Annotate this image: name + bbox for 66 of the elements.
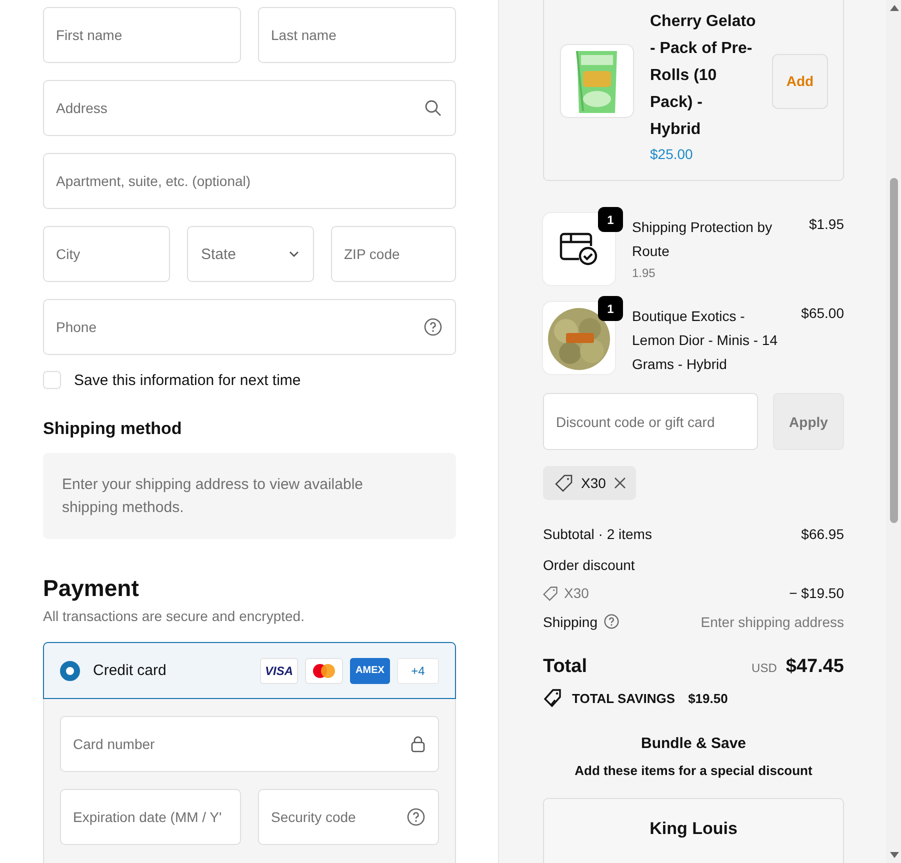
product-title: Cherry Gelato - Pack of Pre-Rolls (10 Pack) - Hybrid — [650, 12, 756, 140]
search-icon — [424, 99, 442, 117]
bundle-subtitle: Add these items for a special discount — [574, 763, 814, 778]
help-icon[interactable] — [604, 614, 618, 629]
item-name: Boutique Exotics - Lemon Dior - Minis - 14 Grams - Hybrid — [632, 307, 778, 374]
input-field[interactable]: ZIP code — [331, 226, 456, 282]
summary-value: − $19.50 — [789, 585, 844, 601]
savings-label: TOTAL SAVINGS — [572, 690, 676, 706]
total-label: Total — [543, 656, 587, 678]
scrollbar[interactable] — [886, 0, 901, 863]
product-title: King Louis — [648, 819, 738, 839]
product-price: $25.00 — [650, 146, 694, 162]
help-icon — [407, 808, 425, 826]
chevron-down-icon — [288, 250, 300, 258]
card-logo: VISA — [260, 658, 298, 684]
radio-button[interactable] — [60, 660, 80, 680]
more-cards-badge: +4 — [397, 658, 439, 684]
tag-icon — [555, 474, 573, 492]
summary-value: Enter shipping address — [700, 614, 844, 630]
payment-subtitle: All transactions are secure and encrypted. — [43, 608, 306, 624]
shipping-notice: Enter your shipping address to view available shipping methods. — [43, 453, 456, 539]
scrollbar-thumb[interactable] — [890, 178, 898, 523]
summary-value: $66.95 — [801, 526, 844, 542]
input-field[interactable]: Security code — [258, 789, 439, 845]
quantity-badge: 1 — [598, 207, 623, 232]
currency-label: USD — [752, 661, 777, 675]
add-button[interactable]: Add — [772, 54, 828, 108]
lock-icon — [411, 736, 425, 752]
payment-option[interactable]: Credit card VISA AMEX +4 — [43, 642, 456, 699]
input-field[interactable]: First name — [43, 7, 241, 63]
item-price: $65.00 — [801, 304, 844, 321]
tag-icon — [543, 688, 563, 708]
state-select[interactable]: State — [187, 226, 314, 282]
scroll-up-icon[interactable] — [890, 5, 898, 11]
total-amount: $47.45 — [786, 656, 844, 678]
item-price: $1.95 — [808, 215, 844, 232]
input-field[interactable]: Apartment, suite, etc. (optional) — [43, 153, 456, 209]
item-name: Shipping Protection by Route — [632, 218, 774, 261]
checkbox[interactable] — [43, 371, 61, 389]
checkbox-label: Save this information for next time — [74, 372, 301, 388]
discount-field[interactable]: Discount code or gift card — [543, 393, 758, 450]
item-detail: 1.95 — [632, 266, 656, 280]
tag-icon — [543, 586, 558, 600]
input-field[interactable]: Expiration date (MM / Y' — [60, 789, 241, 845]
card-logo: AMEX — [350, 658, 390, 684]
input-field[interactable]: Phone — [43, 299, 456, 355]
savings-amount: $19.50 — [688, 690, 728, 706]
help-icon — [424, 318, 442, 336]
summary-label: Subtotal · 2 items — [543, 526, 652, 542]
quantity-badge: 1 — [598, 296, 623, 321]
input-field[interactable]: Card number — [60, 716, 439, 772]
input-field[interactable]: City — [43, 226, 170, 282]
summary-label: Order discount — [543, 556, 635, 572]
bundle-title: Bundle & Save — [640, 735, 748, 752]
section-heading: Shipping method — [43, 419, 183, 439]
input-field[interactable]: Address — [43, 80, 456, 136]
discount-code: X30 — [564, 585, 589, 601]
close-icon[interactable] — [614, 477, 626, 489]
section-heading: Payment — [43, 575, 140, 602]
summary-label: Shipping — [543, 614, 598, 630]
apply-button[interactable]: Apply — [773, 393, 844, 450]
input-field[interactable]: Last name — [258, 7, 456, 63]
package-check-icon — [559, 232, 599, 266]
card-logo — [305, 658, 343, 684]
discount-code: X30 — [581, 475, 606, 491]
scroll-down-icon[interactable] — [890, 852, 898, 858]
